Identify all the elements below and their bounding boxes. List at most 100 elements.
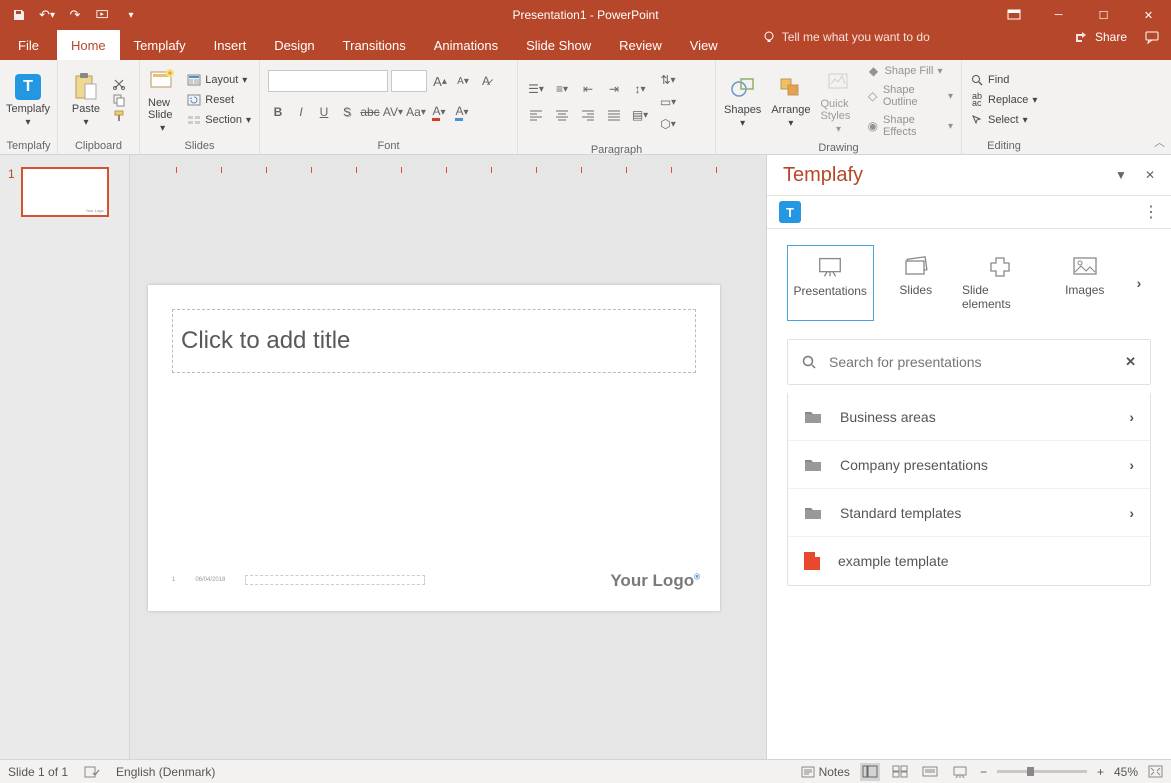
- normal-view-icon[interactable]: [860, 763, 880, 781]
- zoom-thumb[interactable]: [1027, 767, 1034, 776]
- smartart-icon[interactable]: ⬡▾: [658, 114, 678, 134]
- folder-business-areas[interactable]: Business areas ›: [788, 393, 1150, 441]
- language-label[interactable]: English (Denmark): [116, 765, 215, 779]
- tab-insert[interactable]: Insert: [200, 30, 261, 60]
- align-text-icon[interactable]: ▭▾: [658, 92, 678, 112]
- tab-templafy[interactable]: Templafy: [120, 30, 200, 60]
- tab-file[interactable]: File: [0, 30, 57, 60]
- text-direction-icon[interactable]: ⇅▾: [658, 70, 678, 90]
- spell-check-icon[interactable]: [84, 765, 100, 779]
- reset-button[interactable]: Reset: [183, 91, 255, 109]
- sorter-view-icon[interactable]: [890, 763, 910, 781]
- maximize-icon[interactable]: ☐: [1081, 0, 1126, 30]
- line-spacing-icon[interactable]: ↕▾: [630, 79, 650, 99]
- numbering-icon[interactable]: ≡▾: [552, 79, 572, 99]
- font-size-input[interactable]: [391, 70, 427, 92]
- save-icon[interactable]: [12, 8, 26, 22]
- zoom-out-icon[interactable]: −: [980, 765, 987, 779]
- slideshow-view-icon[interactable]: [950, 763, 970, 781]
- increase-indent-icon[interactable]: ⇥: [604, 79, 624, 99]
- slide[interactable]: Click to add title 1 06/04/2018 Your Log…: [148, 285, 720, 611]
- redo-icon[interactable]: ↷: [68, 8, 82, 22]
- slide-counter[interactable]: Slide 1 of 1: [8, 765, 68, 779]
- tab-home[interactable]: Home: [57, 30, 120, 60]
- zoom-in-icon[interactable]: +: [1097, 765, 1104, 779]
- replace-button[interactable]: abac Replace ▾: [966, 91, 1041, 109]
- find-button[interactable]: Find: [966, 71, 1041, 89]
- cat-slides[interactable]: Slides: [874, 245, 959, 321]
- folder-standard-templates[interactable]: Standard templates ›: [788, 489, 1150, 537]
- change-case-icon[interactable]: Aa▾: [406, 102, 426, 122]
- undo-icon[interactable]: ↶ ▾: [40, 8, 54, 22]
- align-right-icon[interactable]: [578, 105, 598, 125]
- tab-review[interactable]: Review: [605, 30, 676, 60]
- clear-formatting-icon[interactable]: A̷: [476, 71, 496, 91]
- copy-icon[interactable]: [112, 93, 126, 107]
- search-input[interactable]: [829, 354, 1125, 370]
- start-from-beginning-icon[interactable]: [96, 8, 110, 22]
- tab-design[interactable]: Design: [260, 30, 328, 60]
- paste-button[interactable]: Paste ▾: [62, 71, 110, 130]
- select-button[interactable]: Select ▾: [966, 111, 1041, 129]
- thumbnail-item[interactable]: 1 Your Logo: [8, 167, 121, 217]
- cat-images[interactable]: Images: [1043, 245, 1128, 321]
- tab-animations[interactable]: Animations: [420, 30, 512, 60]
- layout-button[interactable]: Layout ▾: [183, 71, 255, 89]
- notes-button[interactable]: Notes: [801, 765, 850, 779]
- italic-icon[interactable]: I: [291, 102, 311, 122]
- tab-transitions[interactable]: Transitions: [329, 30, 420, 60]
- char-spacing-icon[interactable]: AV▾: [383, 102, 403, 122]
- format-painter-icon[interactable]: [112, 109, 126, 123]
- shrink-font-icon[interactable]: A▾: [453, 71, 473, 91]
- thumbnail-preview[interactable]: Your Logo: [21, 167, 109, 217]
- justify-icon[interactable]: [604, 105, 624, 125]
- pane-menu-icon[interactable]: ⋮: [1143, 202, 1159, 222]
- folder-company-presentations[interactable]: Company presentations ›: [788, 441, 1150, 489]
- new-slide-button[interactable]: New Slide ▾: [144, 65, 181, 136]
- font-color-icon[interactable]: A▾: [429, 102, 449, 122]
- reading-view-icon[interactable]: [920, 763, 940, 781]
- footer-text-box[interactable]: [245, 575, 425, 585]
- font-name-input[interactable]: [268, 70, 388, 92]
- zoom-level[interactable]: 45%: [1114, 765, 1138, 779]
- zoom-slider[interactable]: [997, 770, 1087, 773]
- file-icon: [804, 552, 820, 570]
- underline-icon[interactable]: U: [314, 102, 334, 122]
- shapes-button[interactable]: Shapes ▾: [720, 72, 765, 131]
- share-button[interactable]: Share: [1095, 30, 1127, 44]
- align-center-icon[interactable]: [552, 105, 572, 125]
- shadow-icon[interactable]: S: [337, 102, 357, 122]
- strikethrough-icon[interactable]: abc: [360, 102, 380, 122]
- highlight-icon[interactable]: A▾: [452, 102, 472, 122]
- templafy-button[interactable]: T Templafy ▾: [4, 71, 52, 130]
- grow-font-icon[interactable]: A▴: [430, 71, 450, 91]
- cat-next-icon[interactable]: ›: [1127, 245, 1151, 321]
- ribbon-display-options-icon[interactable]: [991, 0, 1036, 30]
- search-clear-icon[interactable]: ✕: [1125, 354, 1136, 370]
- pane-options-icon[interactable]: ▼: [1115, 168, 1127, 182]
- tab-slideshow[interactable]: Slide Show: [512, 30, 605, 60]
- pane-close-icon[interactable]: ✕: [1145, 168, 1155, 182]
- fit-to-window-icon[interactable]: [1148, 765, 1163, 778]
- title-placeholder[interactable]: Click to add title: [172, 309, 696, 373]
- minimize-icon[interactable]: ─: [1036, 0, 1081, 30]
- cat-slide-elements[interactable]: Slide elements: [958, 245, 1043, 321]
- cat-presentations[interactable]: Presentations: [787, 245, 874, 321]
- tab-view[interactable]: View: [676, 30, 732, 60]
- tell-me[interactable]: Tell me what you want to do: [762, 30, 930, 44]
- slide-canvas[interactable]: Click to add title 1 06/04/2018 Your Log…: [130, 155, 766, 759]
- align-left-icon[interactable]: [526, 105, 546, 125]
- close-icon[interactable]: ✕: [1126, 0, 1171, 30]
- bullets-icon[interactable]: ☰▾: [526, 79, 546, 99]
- file-example-template[interactable]: example template: [788, 537, 1150, 585]
- comments-icon[interactable]: [1145, 30, 1159, 44]
- slide-elements-icon: [986, 255, 1014, 277]
- qat-customize-icon[interactable]: ▾: [124, 8, 138, 22]
- columns-icon[interactable]: ▤▾: [630, 105, 650, 125]
- decrease-indent-icon[interactable]: ⇤: [578, 79, 598, 99]
- collapse-ribbon-icon[interactable]: ︿: [1154, 134, 1165, 150]
- arrange-button[interactable]: Arrange ▾: [767, 72, 814, 131]
- bold-icon[interactable]: B: [268, 102, 288, 122]
- cut-icon[interactable]: [112, 77, 126, 91]
- section-button[interactable]: Section ▾: [183, 111, 255, 129]
